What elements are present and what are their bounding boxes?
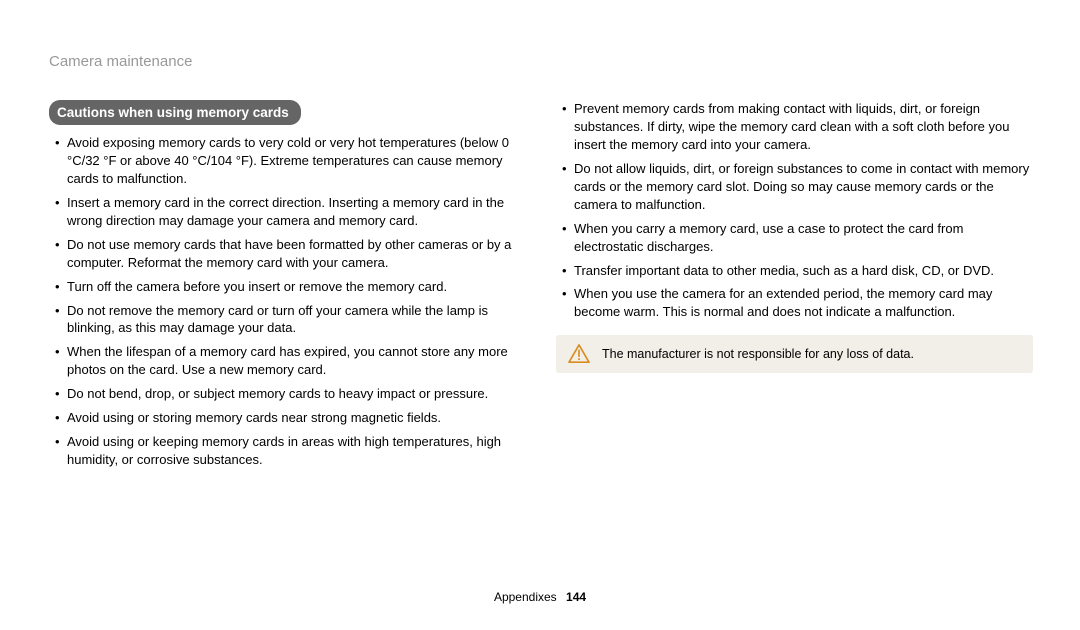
warning-note: The manufacturer is not responsible for … [556, 335, 1033, 373]
list-item: Prevent memory cards from making contact… [556, 100, 1033, 154]
list-item: Do not use memory cards that have been f… [49, 236, 526, 272]
footer-label: Appendixes [494, 590, 557, 604]
list-item: Do not allow liquids, dirt, or foreign s… [556, 160, 1033, 214]
list-item: When you use the camera for an extended … [556, 285, 1033, 321]
warning-text: The manufacturer is not responsible for … [602, 346, 914, 363]
list-item: Do not remove the memory card or turn of… [49, 302, 526, 338]
page-footer: Appendixes 144 [0, 590, 1080, 604]
left-column: Cautions when using memory cards Avoid e… [49, 100, 526, 475]
list-item: Insert a memory card in the correct dire… [49, 194, 526, 230]
right-column: Prevent memory cards from making contact… [556, 100, 1033, 475]
list-item: Avoid using or keeping memory cards in a… [49, 433, 526, 469]
warning-icon [568, 344, 590, 364]
cautions-heading: Cautions when using memory cards [49, 100, 301, 125]
list-item: Avoid exposing memory cards to very cold… [49, 134, 526, 188]
two-column-content: Cautions when using memory cards Avoid e… [49, 100, 1033, 475]
left-bullet-list: Avoid exposing memory cards to very cold… [49, 134, 526, 469]
list-item: Turn off the camera before you insert or… [49, 278, 526, 296]
list-item: Transfer important data to other media, … [556, 262, 1033, 280]
list-item: When the lifespan of a memory card has e… [49, 343, 526, 379]
list-item: Avoid using or storing memory cards near… [49, 409, 526, 427]
section-header: Camera maintenance [49, 53, 1033, 70]
list-item: When you carry a memory card, use a case… [556, 220, 1033, 256]
page-number: 144 [566, 590, 586, 604]
right-bullet-list: Prevent memory cards from making contact… [556, 100, 1033, 321]
list-item: Do not bend, drop, or subject memory car… [49, 385, 526, 403]
